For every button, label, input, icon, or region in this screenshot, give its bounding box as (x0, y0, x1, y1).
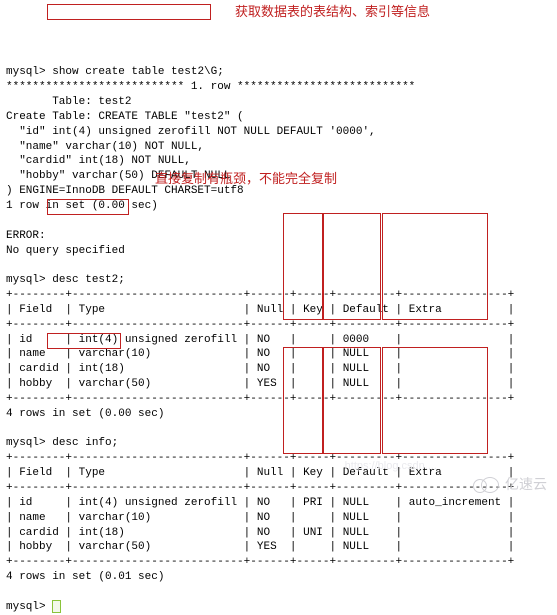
t2-r3: | hobby | varchar(50) | YES | | NULL | | (6, 541, 514, 553)
annotation-top: 获取数据表的表结构、索引等信息 (235, 3, 430, 21)
t2-r2: | cardid | int(18) | NO | UNI | NULL | | (6, 527, 514, 539)
t2-sep: +--------+--------------------------+---… (6, 452, 514, 464)
t1-r1: | name | varchar(10) | NO | | NULL | | (6, 348, 514, 360)
prompt: mysql> (6, 66, 46, 78)
t1-sep: +--------+--------------------------+---… (6, 289, 514, 301)
cloud-icon (473, 477, 501, 493)
t1-r3: | hobby | varchar(50) | YES | | NULL | | (6, 378, 514, 390)
sc-col3: "cardid" int(18) NOT NULL, (6, 155, 191, 167)
cmd-desc-test2: desc test2; (52, 274, 125, 286)
cmd-show-create: show create table test2\G; (52, 66, 224, 78)
t1-head: | Field | Type | Null | Key | Default | … (6, 304, 514, 316)
sc-create: Create Table: CREATE TABLE "test2" ( (6, 111, 244, 123)
sc-rows: 1 row in set (0.00 sec) (6, 200, 158, 212)
annotation-middle: 直接复制有瓶颈，不能完全复制 (155, 170, 337, 188)
t2-r0: | id | int(4) unsigned zerofill | NO | P… (6, 497, 514, 509)
row-header: *************************** 1. row *****… (6, 81, 415, 93)
sc-col2: "name" varchar(10) NOT NULL, (6, 141, 204, 153)
t1-sep: +--------+--------------------------+---… (6, 393, 514, 405)
prompt: mysql> (6, 601, 46, 613)
sc-col1: "id" int(4) unsigned zerofill NOT NULL D… (6, 126, 376, 138)
t2-footer: 4 rows in set (0.01 sec) (6, 571, 164, 583)
t2-r1: | name | varchar(10) | NO | | NULL | | (6, 512, 514, 524)
t1-r2: | cardid | int(18) | NO | | NULL | | (6, 363, 514, 375)
error-l2: No query specified (6, 245, 125, 257)
error-l1: ERROR: (6, 230, 46, 242)
t1-r0: | id | int(4) unsigned zerofill | NO | |… (6, 334, 514, 346)
box-show-create (47, 4, 211, 20)
t1-sep: +--------+--------------------------+---… (6, 319, 514, 331)
prompt: mysql> (6, 274, 46, 286)
t2-sep: +--------+--------------------------+---… (6, 556, 514, 568)
cmd-desc-info: desc info; (52, 437, 118, 449)
watermark: 亿速云 (473, 475, 547, 494)
t2-head: | Field | Type | Null | Key | Default | … (6, 467, 514, 479)
cursor-icon[interactable] (52, 600, 61, 613)
sc-table: Table: test2 (6, 96, 131, 108)
t1-footer: 4 rows in set (0.00 sec) (6, 408, 164, 420)
t2-sep: +--------+--------------------------+---… (6, 482, 514, 494)
watermark-url: https://blog.csdn.... (345, 459, 437, 474)
prompt: mysql> (6, 437, 46, 449)
